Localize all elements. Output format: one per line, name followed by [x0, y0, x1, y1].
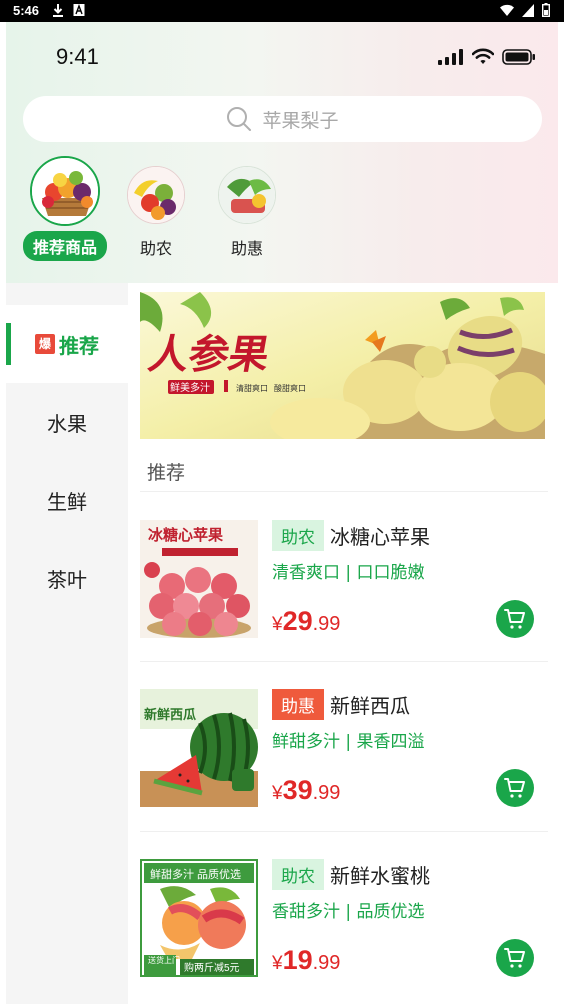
cellular-signal-icon [438, 48, 463, 65]
category-bar: 推荐商品 助农 助惠 [6, 154, 558, 282]
category-farm-aid[interactable]: 助农 [106, 154, 206, 264]
app-screen: 9:41 苹果梨子 推荐商品 助农 助惠 爆 推荐 水果 生鲜 茶叶 人参果 鲜… [6, 22, 558, 1004]
banner-caption-1: 鲜美多汁 [170, 381, 210, 394]
system-status-bar: 5:46 [0, 0, 564, 22]
product-image-text-left: 送货上门 [148, 955, 180, 965]
product-tag: 助农 [272, 859, 324, 890]
product-tag: 助惠 [272, 689, 324, 720]
app-status-bar: 9:41 [6, 22, 558, 92]
product-name: 新鲜水蜜桃 [330, 864, 430, 888]
sidebar-item-label: 推荐 [59, 333, 99, 358]
price-integer: 29 [282, 606, 313, 636]
hot-badge: 爆 [35, 334, 55, 354]
font-icon [73, 4, 85, 16]
cart-icon [504, 948, 525, 968]
sidebar-item-tea[interactable]: 茶叶 [6, 539, 128, 617]
divider [140, 661, 548, 662]
content-area: 人参果 鲜美多汁 清甜爽口 酸甜爽口 推荐 冰糖心苹果 助农 冰糖心苹果 清香爽… [128, 283, 558, 1004]
system-notification-icons [52, 3, 85, 17]
fruit-assortment-image [127, 166, 185, 224]
product-image-text: 冰糖心苹果 [148, 526, 224, 544]
fruit-basket-image [30, 156, 100, 226]
product-image-text-top: 鲜甜多汁 品质优选 [150, 867, 241, 881]
peach-image: 鲜甜多汁 品质优选 送货上门 购两斤减5元 [140, 859, 258, 977]
battery-icon [502, 48, 535, 65]
price-currency: ¥ [272, 783, 283, 804]
product-name: 新鲜西瓜 [330, 694, 410, 718]
sidebar-item-label: 生鲜 [47, 489, 87, 514]
product-price: ¥39.99 [272, 775, 340, 806]
search-icon [227, 107, 252, 131]
search-input[interactable]: 苹果梨子 [23, 96, 542, 142]
fresh-food-image [218, 166, 276, 224]
download-icon [53, 4, 63, 17]
price-decimal: .99 [312, 952, 341, 974]
category-discount[interactable]: 助惠 [197, 154, 297, 264]
price-decimal: .99 [312, 613, 341, 635]
price-currency: ¥ [272, 953, 283, 974]
system-time: 5:46 [13, 3, 40, 18]
wifi-icon [500, 4, 514, 16]
product-card[interactable]: 冰糖心苹果 助农 冰糖心苹果 清香爽口 | 口口脆嫩 ¥29.99 [140, 520, 548, 638]
main-panel: 爆 推荐 水果 生鲜 茶叶 人参果 鲜美多汁 清甜爽口 酸甜爽口 推荐 冰糖心苹… [6, 283, 558, 1004]
product-name: 冰糖心苹果 [330, 525, 430, 549]
category-label: 推荐商品 [22, 231, 108, 261]
banner-caption-3: 酸甜爽口 [274, 383, 306, 393]
product-desc: 鲜甜多汁 | 果香四溢 [272, 732, 425, 752]
category-label: 助农 [139, 239, 173, 258]
wifi-icon [472, 48, 494, 64]
product-tag: 助农 [272, 520, 324, 551]
product-image-text-right: 购两斤减5元 [184, 961, 240, 974]
sidebar-item-recommend[interactable]: 爆 推荐 [6, 305, 128, 383]
apple-image: 冰糖心苹果 [140, 520, 258, 638]
cart-icon [504, 778, 525, 798]
promo-banner[interactable]: 人参果 鲜美多汁 清甜爽口 酸甜爽口 [140, 292, 545, 439]
category-recommended[interactable]: 推荐商品 [15, 154, 115, 264]
product-card[interactable]: 鲜甜多汁 品质优选 送货上门 购两斤减5元 助农 新鲜水蜜桃 香甜多汁 | 品质… [140, 859, 548, 977]
add-to-cart-button[interactable] [496, 769, 534, 807]
product-desc: 香甜多汁 | 品质优选 [272, 902, 425, 922]
signal-icon [522, 3, 534, 17]
price-integer: 19 [282, 945, 313, 975]
add-to-cart-button[interactable] [496, 939, 534, 977]
search-placeholder: 苹果梨子 [262, 109, 339, 132]
price-currency: ¥ [272, 614, 283, 635]
category-label: 助惠 [230, 239, 264, 258]
product-image-text: 新鲜西瓜 [144, 707, 196, 722]
sidebar: 爆 推荐 水果 生鲜 茶叶 [6, 283, 128, 1004]
battery-icon [542, 3, 550, 17]
product-card[interactable]: 新鲜西瓜 助惠 新鲜西瓜 鲜甜多汁 | 果香四溢 ¥39.99 [140, 689, 548, 807]
product-price: ¥29.99 [272, 606, 340, 637]
price-decimal: .99 [312, 782, 341, 804]
product-price: ¥19.99 [272, 945, 340, 976]
sidebar-item-label: 茶叶 [47, 567, 87, 592]
sidebar-item-fruit[interactable]: 水果 [6, 383, 128, 461]
section-title: 推荐 [147, 462, 186, 484]
banner-caption-2: 清甜爽口 [236, 383, 268, 393]
sidebar-item-fresh[interactable]: 生鲜 [6, 461, 128, 539]
status-icons [438, 48, 536, 65]
cart-icon [504, 609, 525, 629]
product-desc: 清香爽口 | 口口脆嫩 [272, 563, 425, 583]
sidebar-item-label: 水果 [47, 411, 87, 436]
status-time: 9:41 [56, 44, 99, 69]
system-status-icons [500, 3, 550, 17]
watermelon-image: 新鲜西瓜 [140, 689, 258, 807]
banner-title: 人参果 [145, 332, 274, 377]
add-to-cart-button[interactable] [496, 600, 534, 638]
divider [140, 831, 548, 832]
divider [140, 491, 548, 492]
price-integer: 39 [282, 775, 313, 805]
